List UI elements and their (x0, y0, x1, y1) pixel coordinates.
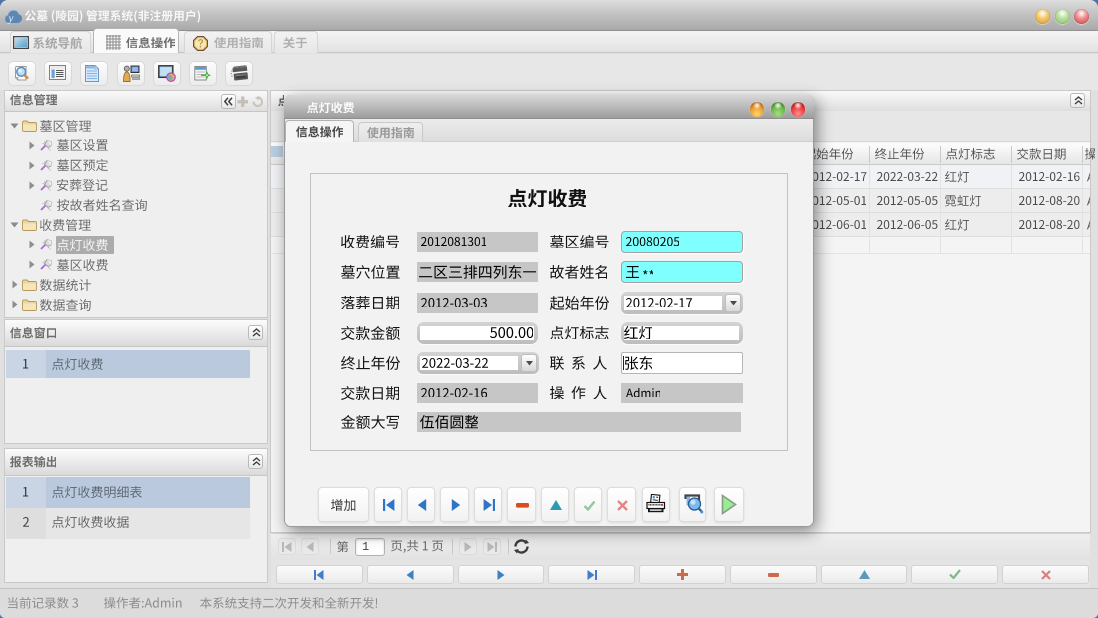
svg-text:y: y (8, 13, 14, 25)
